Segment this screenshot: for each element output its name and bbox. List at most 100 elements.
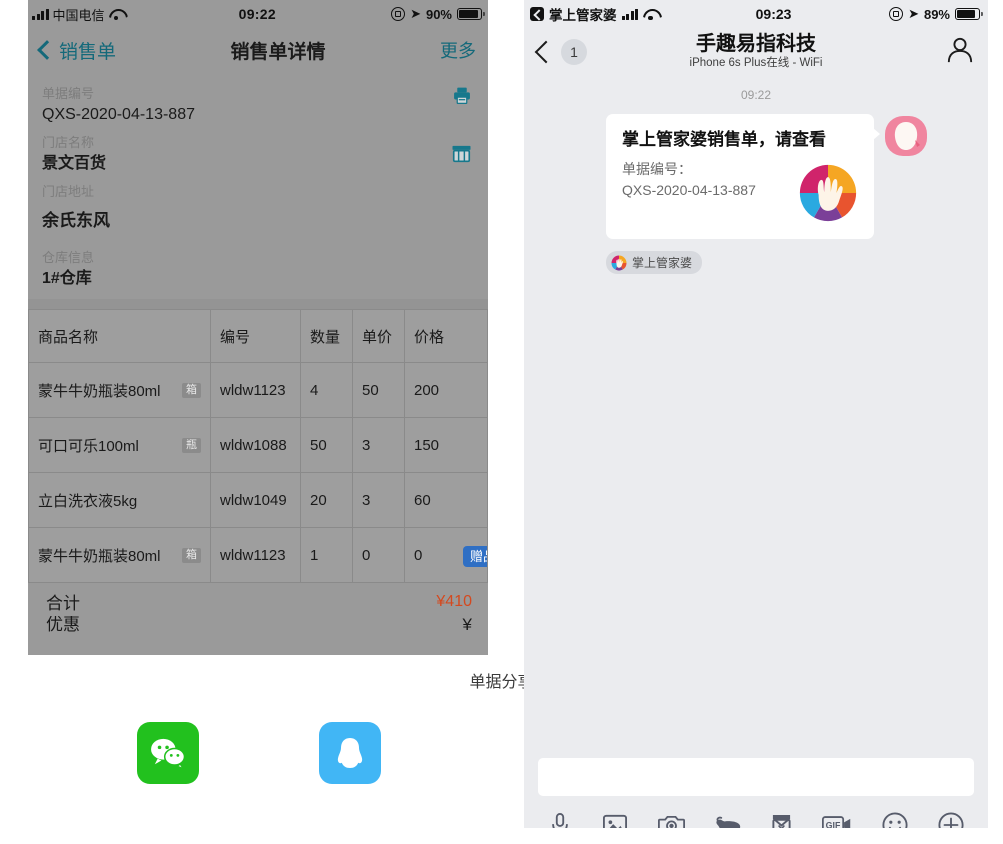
camera-icon[interactable] (657, 813, 685, 828)
goods-amount: 0 (414, 546, 423, 564)
battery-percent: 89% (923, 6, 950, 22)
chat-messages-area: 09:22 掌上管家婆销售单，请查看 单据编号： QXS-2020-04-13-… (524, 76, 988, 748)
back-to-app-icon[interactable] (530, 7, 544, 21)
info-label-2: 门店地址 (42, 184, 95, 199)
source-chip-label: 掌上管家婆 (632, 256, 693, 270)
chat-title: 手趣易指科技 (696, 33, 816, 55)
chat-input[interactable] (538, 758, 974, 796)
chat-subtitle: iPhone 6s Plus在线 - WiFi (689, 57, 823, 69)
share-wechat-button[interactable] (137, 722, 199, 784)
table-row[interactable]: 立白洗衣液5kg wldw1049 20 3 60 (28, 472, 488, 528)
image-icon[interactable] (602, 813, 628, 828)
carrier-label: 中国电信 (52, 7, 105, 23)
wifi-icon (109, 9, 124, 21)
signal-bars-icon (32, 8, 49, 20)
goods-name: 立白洗衣液5kg (38, 492, 138, 510)
red-packet-icon[interactable] (771, 813, 792, 828)
goods-price: 50 (352, 362, 405, 418)
return-app-label: 掌上管家婆 (549, 8, 617, 23)
total-label: 合计 (46, 594, 80, 613)
goods-name: 蒙牛牛奶瓶装80ml (38, 382, 161, 400)
gif-video-icon[interactable]: GIF (822, 815, 852, 828)
info-value-1: 景文百货 (42, 155, 107, 172)
guanjiapo-mini-icon (611, 255, 627, 271)
goods-amount: 200 (404, 362, 488, 418)
unit-tag: 箱 (182, 547, 201, 563)
message-bubble[interactable]: 掌上管家婆销售单，请查看 单据编号： QXS-2020-04-13-887 (606, 114, 880, 239)
unit-tag: 箱 (182, 382, 201, 398)
col-header-code: 编号 (210, 309, 301, 363)
location-arrow-icon: ➤ (908, 6, 919, 21)
goods-code: wldw1049 (210, 472, 301, 528)
pink-avatar-icon[interactable] (884, 114, 928, 158)
bubble-sub-value: QXS-2020-04-13-887 (622, 182, 756, 198)
info-value-0: QXS-2020-04-13-887 (42, 106, 195, 123)
unit-tag: 瓶 (182, 437, 201, 453)
table-row[interactable]: 可口可乐100ml 瓶 wldw1088 50 3 150 (28, 417, 488, 473)
rotation-lock-icon (391, 7, 406, 21)
battery-percent: 90% (425, 6, 452, 22)
chat-title-block: 手趣易指科技 iPhone 6s Plus在线 - WiFi (524, 33, 988, 71)
contact-profile-button[interactable] (946, 36, 974, 69)
qq-penguin-icon (337, 738, 363, 768)
col-header-qty: 数量 (300, 309, 353, 363)
bubble-sub-label: 单据编号： (622, 161, 692, 177)
gift-badge: 赠品 (463, 546, 487, 567)
unread-badge: 1 (561, 39, 587, 65)
chevron-left-icon (37, 40, 57, 60)
pointer-hand-icon[interactable] (715, 814, 742, 828)
chevron-left-icon (534, 40, 558, 64)
col-header-amount: 价格 (404, 309, 488, 363)
goods-qty: 50 (300, 417, 353, 473)
store-icon[interactable] (451, 145, 472, 163)
sales-order-detail-screen: 中国电信 09:22 ➤ 90% 销售单 销售单详情 更多 单据编号 QXS-2… (28, 0, 488, 655)
microphone-icon[interactable] (548, 812, 572, 828)
left-status-bar: 中国电信 09:22 ➤ 90% (28, 0, 488, 28)
goods-amount: 60 (404, 472, 488, 528)
goods-price: 3 (352, 417, 405, 473)
plus-circle-icon[interactable] (938, 812, 964, 828)
goods-code: wldw1123 (210, 527, 301, 583)
order-detail-body: 单据编号 QXS-2020-04-13-887 门店名称 景文百货 门店地址 余… (28, 72, 488, 655)
location-arrow-icon: ➤ (410, 6, 421, 21)
info-label-1: 门店名称 (42, 135, 95, 150)
clipped-value: ¥ (462, 616, 472, 632)
wifi-icon (643, 9, 658, 21)
page-title: 销售单详情 (230, 41, 326, 63)
clipped-label: 优惠 (46, 616, 80, 632)
info-value-2: 余氏东风 (42, 211, 110, 230)
printer-icon[interactable] (452, 86, 472, 105)
person-icon (947, 37, 973, 62)
info-label-3: 仓库信息 (42, 250, 95, 265)
info-label-0: 单据编号 (42, 86, 95, 101)
total-value: ¥410 (436, 592, 472, 610)
message-timestamp: 09:22 (740, 88, 772, 102)
chat-back-button[interactable]: 1 (534, 39, 587, 65)
more-button[interactable]: 更多 (440, 37, 476, 63)
back-label: 销售单 (59, 41, 117, 63)
wechat-icon (151, 738, 186, 769)
right-nav-bar: 1 手趣易指科技 iPhone 6s Plus在线 - WiFi (524, 28, 988, 76)
battery-icon (457, 8, 485, 20)
goods-amount: 150 (404, 417, 488, 473)
total-row: 合计 ¥410 (28, 583, 488, 616)
back-button[interactable]: 销售单 (37, 37, 117, 64)
table-row[interactable]: 蒙牛牛奶瓶装80ml 箱 wldw1123 1 0 0 赠品 (28, 527, 488, 583)
chat-input-bar (524, 748, 988, 796)
status-time: 09:22 (238, 6, 276, 22)
section-divider (28, 299, 488, 309)
goods-name: 蒙牛牛奶瓶装80ml (38, 547, 161, 565)
info-value-3: 1#仓库 (42, 270, 92, 287)
goods-qty: 4 (300, 362, 353, 418)
share-qq-button[interactable] (319, 722, 381, 784)
goods-table: 商品名称 编号 数量 单价 价格 蒙牛牛奶瓶装80ml 箱 wldw1123 4… (28, 309, 488, 583)
left-nav-bar: 销售单 销售单详情 更多 (28, 28, 488, 72)
table-row[interactable]: 蒙牛牛奶瓶装80ml 箱 wldw1123 4 50 200 (28, 362, 488, 418)
table-header-row: 商品名称 编号 数量 单价 价格 (28, 309, 488, 363)
message-source-chip[interactable]: 掌上管家婆 (606, 251, 703, 274)
col-header-price: 单价 (352, 309, 405, 363)
order-info-block: 单据编号 QXS-2020-04-13-887 门店名称 景文百货 门店地址 余… (28, 72, 488, 299)
svg-text:GIF: GIF (826, 821, 841, 828)
goods-name: 可口可乐100ml (38, 437, 139, 455)
smiley-icon[interactable] (882, 812, 908, 828)
